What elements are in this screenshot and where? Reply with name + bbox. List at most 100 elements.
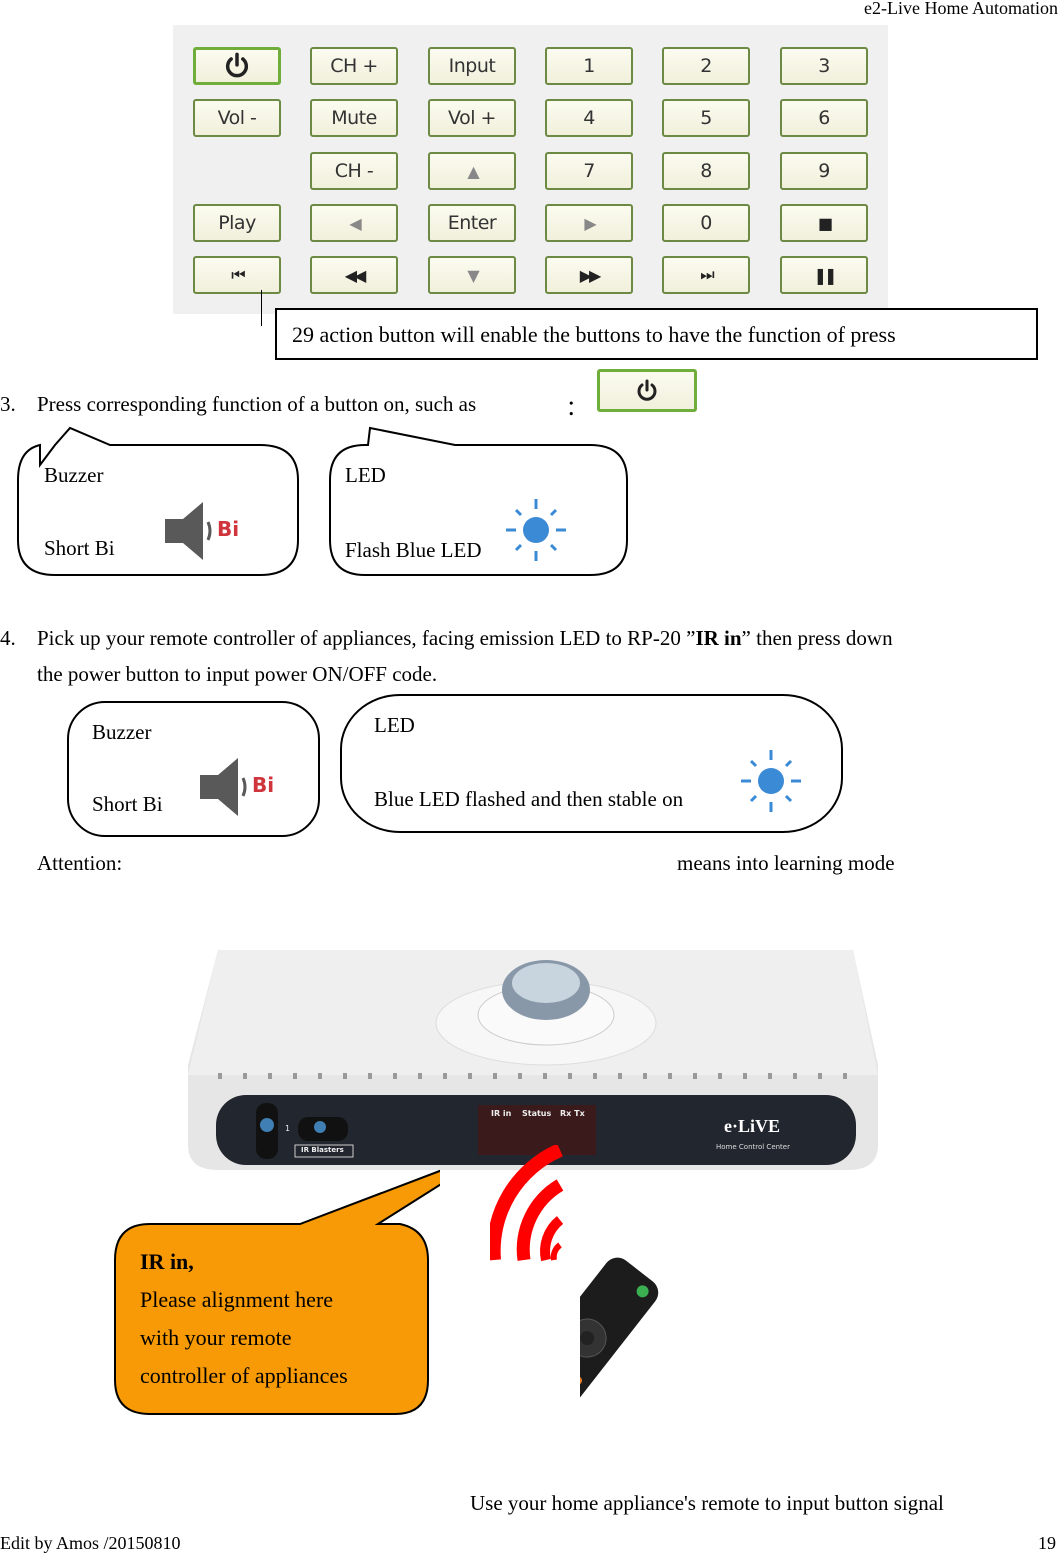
- arrow-right-icon: ▶: [584, 213, 596, 233]
- callout-line-3: controller of appliances: [140, 1363, 348, 1388]
- step-4-buzzer-title: Buzzer: [92, 720, 152, 744]
- remote-button-power[interactable]: [193, 47, 281, 85]
- remote-button-3[interactable]: 3: [780, 47, 868, 85]
- step-3-buzzer-title: Buzzer: [44, 463, 104, 487]
- remote-button-vol-down[interactable]: Vol -: [193, 99, 281, 137]
- step-3-buzzer-desc: Short Bi: [44, 536, 115, 560]
- button-label: Input: [448, 55, 496, 77]
- button-label: CH +: [330, 55, 378, 77]
- ir-in-indicator-label: IR in: [491, 1109, 512, 1118]
- power-icon: [637, 379, 657, 401]
- step-4-text-line2: the power button to input power ON/OFF c…: [37, 662, 438, 686]
- ir-in-callout: IR in, Please alignment here with your r…: [140, 1243, 348, 1395]
- remote-button-0[interactable]: 0: [662, 204, 750, 242]
- power-button-example: [597, 369, 697, 412]
- button-label: CH -: [334, 160, 374, 182]
- step-4-led-desc: Blue LED flashed and then stable on: [374, 787, 684, 811]
- home-control-center-label: Home Control Center: [716, 1143, 790, 1151]
- button-label: 8: [700, 160, 712, 182]
- remote-button-9[interactable]: 9: [780, 152, 868, 190]
- arrow-down-icon: ▼: [467, 265, 479, 285]
- rp20-device-photo: [188, 945, 880, 1173]
- remote-button-2[interactable]: 2: [662, 47, 750, 85]
- remote-button-up[interactable]: ▲: [428, 152, 516, 190]
- remote-button-mute[interactable]: Mute: [310, 99, 398, 137]
- bi-sound-label: Bi: [217, 517, 239, 541]
- button-label: 4: [583, 107, 595, 129]
- remote-button-ch-up[interactable]: CH +: [310, 47, 398, 85]
- button-label: Play: [218, 212, 256, 234]
- button-label: 2: [700, 55, 712, 77]
- stop-icon: ■: [817, 213, 833, 233]
- callout-leader-line: [261, 290, 262, 326]
- remote-button-stop[interactable]: ■: [780, 204, 868, 242]
- footer-editor: Edit by Amos /20150810: [0, 1533, 181, 1553]
- remote-button-left[interactable]: ◀: [310, 204, 398, 242]
- button-label: Enter: [447, 212, 497, 234]
- remote-button-fast-forward[interactable]: ▶▶: [545, 256, 633, 294]
- bi-sound-label: Bi: [252, 773, 274, 797]
- device-caption: Use your home appliance's remote to inpu…: [470, 1491, 944, 1515]
- remote-button-1[interactable]: 1: [545, 47, 633, 85]
- remote-button-4[interactable]: 4: [545, 99, 633, 137]
- remote-button-vol-up[interactable]: Vol +: [428, 99, 516, 137]
- page-number: 19: [1038, 1533, 1056, 1553]
- skip-forward-icon: ⏭: [700, 265, 715, 284]
- remote-button-ch-down[interactable]: CH -: [310, 152, 398, 190]
- remote-button-panel: CH + Input 1 2 3 Vol - Mute Vol + 4 5 6 CH - ▲ 7 8 9 Pla…: [173, 25, 888, 314]
- step-3-colon: ：: [566, 396, 587, 420]
- step-3-led-desc: Flash Blue LED: [345, 538, 482, 562]
- remote-button-prev[interactable]: ⏮: [193, 256, 281, 294]
- remote-button-5[interactable]: 5: [662, 99, 750, 137]
- appliance-remote-control-photo: [580, 1257, 659, 1470]
- step-3-text: Press corresponding function of a button…: [37, 392, 477, 416]
- remote-button-input[interactable]: Input: [428, 47, 516, 85]
- remote-button-pause[interactable]: ❚❚: [780, 256, 868, 294]
- button-label: Vol +: [448, 107, 496, 129]
- step-4-led-title: LED: [374, 713, 415, 737]
- attention-text: means into learning mode: [677, 851, 895, 875]
- button-label: 0: [700, 212, 712, 234]
- arrow-left-icon: ◀: [349, 213, 361, 233]
- remote-button-next[interactable]: ⏭: [662, 256, 750, 294]
- step-3-number: 3.: [0, 392, 16, 416]
- speaker-icon: Bi: [200, 758, 280, 821]
- attention-label: Attention:: [37, 851, 123, 875]
- rewind-icon: ◀◀: [344, 265, 367, 285]
- button-label: 9: [818, 160, 830, 182]
- remote-button-right[interactable]: ▶: [545, 204, 633, 242]
- port-number-label: 1: [285, 1124, 291, 1133]
- remote-button-down[interactable]: ▼: [428, 256, 516, 294]
- step-3-led-title: LED: [345, 463, 386, 487]
- remote-button-enter[interactable]: Enter: [428, 204, 516, 242]
- step-4-text: Pick up your remote controller of applia…: [37, 626, 893, 651]
- remote-button-6[interactable]: 6: [780, 99, 868, 137]
- speaker-icon: Bi: [165, 502, 245, 565]
- blue-led-icon: [741, 750, 801, 817]
- skip-back-icon: ⏮: [231, 265, 246, 284]
- button-label: 6: [818, 107, 830, 129]
- button-label: 3: [818, 55, 830, 77]
- document-header: e2-Live Home Automation: [864, 0, 1058, 18]
- remote-button-play[interactable]: Play: [193, 204, 281, 242]
- blue-led-icon: [506, 499, 566, 566]
- pause-icon: ❚❚: [813, 265, 838, 285]
- rxtx-indicator-label: Rx Tx: [560, 1109, 585, 1118]
- callout-line-2: with your remote: [140, 1325, 292, 1350]
- remote-button-rewind[interactable]: ◀◀: [310, 256, 398, 294]
- callout-line-1: Please alignment here: [140, 1287, 334, 1312]
- step-4-text-a: Pick up your remote controller of applia…: [37, 626, 696, 650]
- remote-button-8[interactable]: 8: [662, 152, 750, 190]
- remote-button-7[interactable]: 7: [545, 152, 633, 190]
- button-label: Mute: [331, 107, 377, 129]
- button-label: 5: [700, 107, 712, 129]
- callout-title: IR in,: [140, 1249, 194, 1274]
- status-indicator-label: Status: [522, 1109, 552, 1118]
- step-4-buzzer-desc: Short Bi: [92, 792, 163, 816]
- button-label: Vol -: [217, 107, 257, 129]
- button-label: 7: [583, 160, 595, 182]
- ir-in-label: IR in: [695, 626, 742, 650]
- arrow-up-icon: ▲: [467, 161, 479, 181]
- elive-logo: e·LiVE: [724, 1116, 781, 1136]
- step-4-text-b: ” then press down: [741, 626, 893, 650]
